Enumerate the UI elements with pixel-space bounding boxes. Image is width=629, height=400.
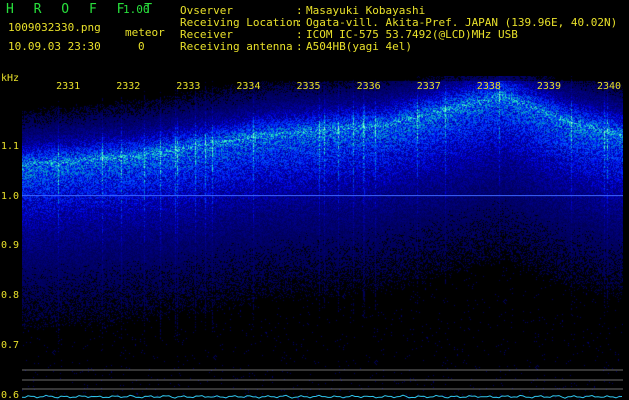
x-tick-label: 2340 bbox=[597, 81, 622, 92]
y-tick-label: 0.7 bbox=[1, 340, 20, 352]
y-axis-unit: kHz bbox=[1, 73, 20, 84]
x-tick-label: 2334 bbox=[236, 81, 261, 92]
x-tick-label: 2339 bbox=[536, 81, 561, 92]
y-tick-label: 0.6 bbox=[1, 390, 20, 400]
x-tick-label: 2336 bbox=[356, 81, 381, 92]
x-tick-label: 2338 bbox=[476, 81, 501, 92]
y-tick-label: 0.9 bbox=[1, 240, 20, 252]
signal-level-trace bbox=[21, 394, 623, 399]
x-tick-label: 2332 bbox=[116, 81, 141, 92]
x-tick-label: 2333 bbox=[176, 81, 201, 92]
hroft-window: H R O F F T 1.00 1009032330.png 10.09.03… bbox=[0, 0, 629, 400]
y-tick-label: 1.1 bbox=[1, 140, 20, 152]
y-tick-label: 0.8 bbox=[1, 290, 20, 302]
x-tick-label: 2331 bbox=[56, 81, 81, 92]
x-tick-label: 2335 bbox=[296, 81, 321, 92]
x-tick-label: 2337 bbox=[416, 81, 441, 92]
spectrogram-overlay bbox=[21, 195, 623, 399]
y-tick-label: 1.0 bbox=[1, 190, 20, 202]
